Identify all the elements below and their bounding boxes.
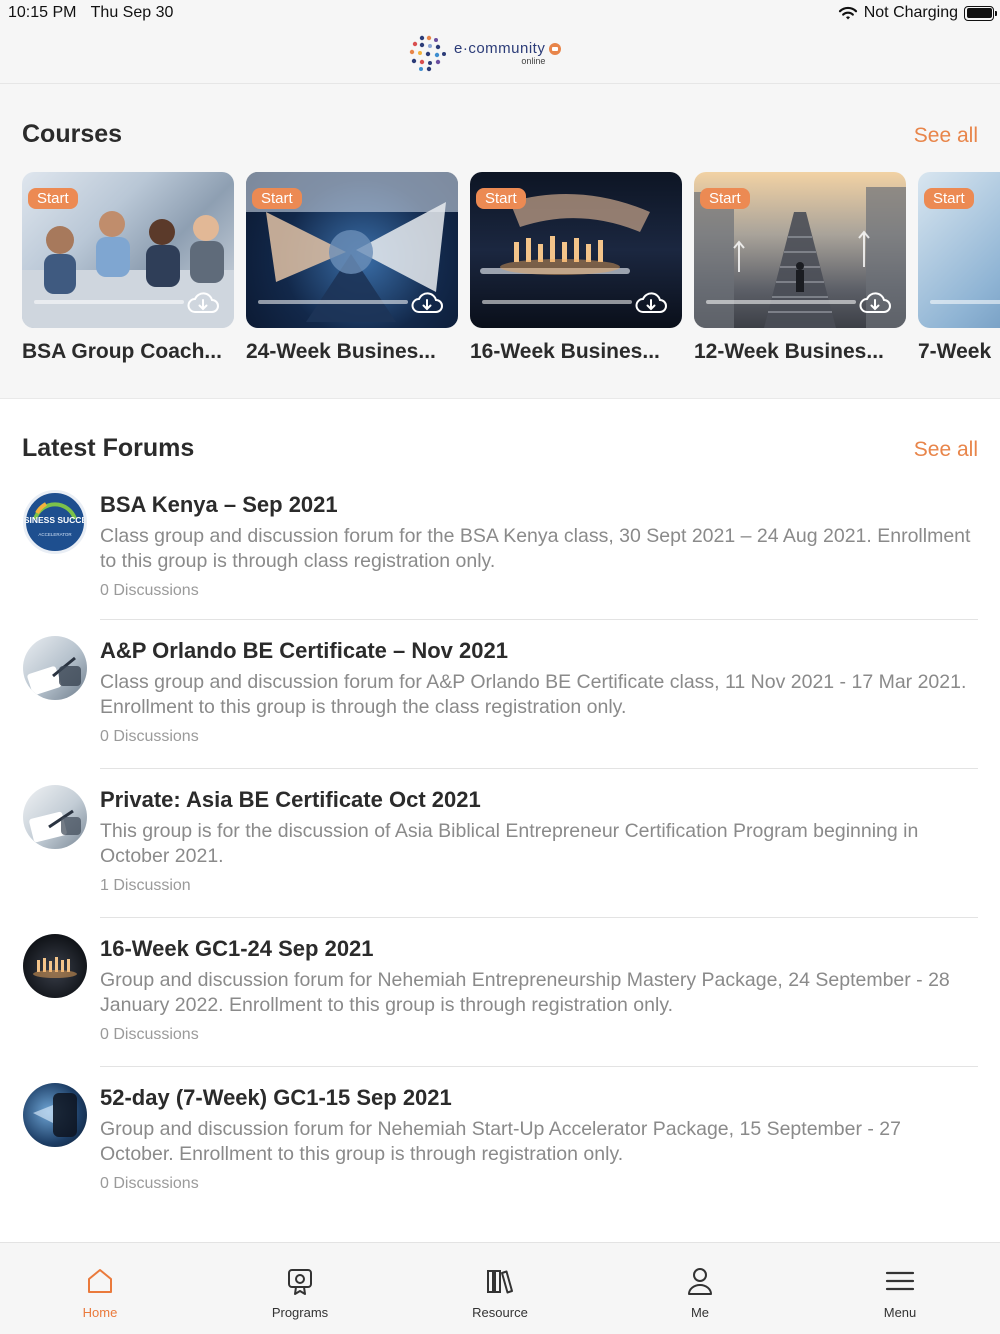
logo-main-text: e·community xyxy=(454,39,546,57)
course-title: 12-Week Busines... xyxy=(694,340,884,363)
forum-description: Class group and discussion forum for A&P… xyxy=(100,671,967,718)
forum-divider xyxy=(100,619,978,620)
course-thumbnail: Start xyxy=(470,172,682,328)
logo-badge-icon xyxy=(549,43,562,55)
tab-resource[interactable]: Resource xyxy=(400,1243,600,1334)
forum-title: A&P Orlando BE Certificate – Nov 2021 xyxy=(100,638,508,663)
battery-icon xyxy=(964,5,997,21)
tab-home[interactable]: Home xyxy=(0,1243,200,1334)
app-logo: e·community online xyxy=(408,34,562,72)
course-thumbnail: Start xyxy=(246,172,458,328)
course-card[interactable]: Start 7-Week xyxy=(918,172,1000,364)
course-title: BSA Group Coach... xyxy=(22,340,222,363)
status-time: 10:15 PM xyxy=(8,4,77,21)
cloud-download-icon[interactable] xyxy=(410,290,444,316)
course-progress-bar xyxy=(930,300,1000,304)
forum-item[interactable]: Private: Asia BE Certificate Oct 2021 Th… xyxy=(0,785,1000,934)
cloud-download-icon[interactable] xyxy=(634,290,668,316)
battery-status-text: Not Charging xyxy=(863,4,958,21)
forum-item[interactable]: BUSINESS SUCCESS ACCELERATOR BSA Kenya –… xyxy=(0,490,1000,639)
forum-avatar xyxy=(23,636,87,700)
start-badge: Start xyxy=(28,188,78,209)
course-progress-bar xyxy=(706,300,856,304)
forums-section: Latest Forums See all BUSINESS SUCCESS A… xyxy=(0,400,1000,1242)
course-title: 24-Week Busines... xyxy=(246,340,436,363)
status-bar-left: 10:15 PM Thu Sep 30 xyxy=(8,4,183,22)
forum-avatar-subtext: ACCELERATOR xyxy=(38,532,72,537)
forum-title: Private: Asia BE Certificate Oct 2021 xyxy=(100,787,481,812)
forum-description: Class group and discussion forum for the… xyxy=(100,525,971,572)
start-badge: Start xyxy=(924,188,974,209)
forums-see-all-link[interactable]: See all xyxy=(914,438,978,462)
cloud-download-icon[interactable] xyxy=(858,290,892,316)
person-icon xyxy=(688,1268,712,1295)
course-card[interactable]: Start 24-Week Busines... xyxy=(246,172,458,364)
forum-item[interactable]: A&P Orlando BE Certificate – Nov 2021 Cl… xyxy=(0,636,1000,785)
status-bar-right: Not Charging xyxy=(838,4,997,22)
books-icon xyxy=(487,1270,513,1294)
tab-programs[interactable]: Programs xyxy=(200,1243,400,1334)
forum-discussion-count: 0 Discussions xyxy=(100,728,199,745)
course-thumbnail: Start xyxy=(22,172,234,328)
courses-see-all-link[interactable]: See all xyxy=(914,124,978,148)
forum-description: Group and discussion forum for Nehemiah … xyxy=(100,1118,901,1165)
wifi-icon xyxy=(838,6,857,19)
tab-programs-label: Programs xyxy=(271,1305,329,1320)
course-card[interactable]: Start 12-Week Busines... xyxy=(694,172,906,364)
forum-divider xyxy=(100,1066,978,1067)
course-progress-bar xyxy=(34,300,184,304)
forum-discussion-count: 0 Discussions xyxy=(100,1026,199,1043)
course-card[interactable]: Start 16-Week Busines... xyxy=(470,172,682,364)
forum-avatar xyxy=(23,934,87,998)
tab-me[interactable]: Me xyxy=(600,1243,800,1334)
forum-avatar xyxy=(23,1083,87,1147)
course-card[interactable]: Start BSA Group Coach... xyxy=(22,172,234,364)
cloud-download-icon[interactable] xyxy=(186,290,220,316)
start-badge: Start xyxy=(252,188,302,209)
top-bar: 10:15 PM Thu Sep 30 Not Charging e·commu… xyxy=(0,0,1000,84)
course-thumbnail: Start xyxy=(918,172,1000,328)
courses-section: Courses See all Start BSA Group Coach... xyxy=(0,84,1000,399)
status-date: Thu Sep 30 xyxy=(90,4,174,21)
forums-heading: Latest Forums xyxy=(22,434,195,462)
tab-bar: Home Programs Resource Me Menu xyxy=(0,1242,1000,1334)
logo-dots-icon xyxy=(409,35,446,72)
start-badge: Start xyxy=(700,188,750,209)
forum-divider xyxy=(100,768,978,769)
tab-menu[interactable]: Menu xyxy=(800,1243,1000,1334)
course-progress-bar xyxy=(258,300,408,304)
tab-home-label: Home xyxy=(82,1305,118,1320)
forum-title: 16-Week GC1-24 Sep 2021 xyxy=(100,936,374,961)
forum-item[interactable]: 16-Week GC1-24 Sep 2021 Group and discus… xyxy=(0,934,1000,1083)
forum-description: This group is for the discussion of Asia… xyxy=(100,820,919,867)
forum-avatar xyxy=(23,785,87,849)
forum-description: Group and discussion forum for Nehemiah … xyxy=(100,969,950,1016)
start-badge: Start xyxy=(476,188,526,209)
forum-item[interactable]: 52-day (7-Week) GC1-15 Sep 2021 Group an… xyxy=(0,1083,1000,1232)
logo-sub-text: online xyxy=(521,55,546,66)
forum-title: BSA Kenya – Sep 2021 xyxy=(100,492,338,517)
tab-me-label: Me xyxy=(690,1305,710,1320)
hamburger-icon xyxy=(885,1271,915,1291)
forum-discussion-count: 1 Discussion xyxy=(100,877,191,894)
programs-icon xyxy=(288,1269,312,1295)
forum-title: 52-day (7-Week) GC1-15 Sep 2021 xyxy=(100,1085,452,1110)
forum-discussion-count: 0 Discussions xyxy=(100,1175,199,1192)
courses-heading: Courses xyxy=(22,120,123,148)
forum-avatar: BUSINESS SUCCESS ACCELERATOR xyxy=(23,490,87,554)
forum-divider xyxy=(100,917,978,918)
course-progress-bar xyxy=(482,300,632,304)
forum-discussion-count: 0 Discussions xyxy=(100,582,199,599)
course-title: 16-Week Busines... xyxy=(470,340,660,363)
tab-resource-label: Resource xyxy=(472,1305,528,1320)
course-title: 7-Week xyxy=(918,340,992,363)
forum-avatar-text: BUSINESS SUCCESS xyxy=(26,515,84,525)
tab-menu-label: Menu xyxy=(883,1305,917,1320)
home-icon xyxy=(88,1269,112,1293)
course-thumbnail: Start xyxy=(694,172,906,328)
